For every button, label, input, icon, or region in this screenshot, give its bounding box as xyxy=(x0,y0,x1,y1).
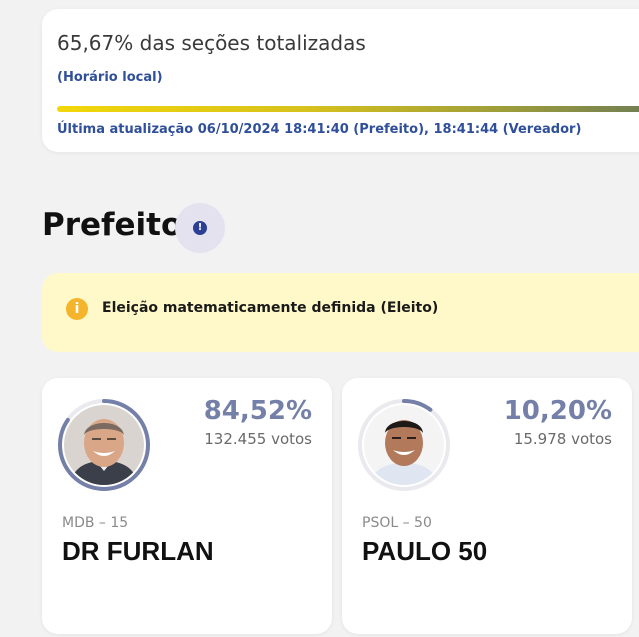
candidate-party: MDB – 15 xyxy=(62,515,129,531)
candidate-votes: 132.455 votos xyxy=(204,430,312,448)
totalization-card: 65,67% das seções totalizadas (Horário l… xyxy=(42,9,639,152)
candidate-photo xyxy=(64,405,144,485)
last-update-text: Última atualização 06/10/2024 18:41:40 (… xyxy=(57,122,582,137)
page-title: Prefeito xyxy=(42,207,183,243)
candidate-percent: 10,20% xyxy=(503,396,612,426)
candidate-percent: 84,52% xyxy=(203,396,312,426)
info-icon: ! xyxy=(193,221,207,235)
info-button[interactable]: ! xyxy=(175,203,225,253)
candidate-photo xyxy=(364,405,444,485)
candidate-card[interactable]: 10,20% 15.978 votos PSOL – 50 PAULO 50 xyxy=(342,378,632,634)
totalization-title: 65,67% das seções totalizadas xyxy=(57,31,366,55)
alert-text: Eleição matematicamente definida (Eleito… xyxy=(102,300,439,316)
candidate-party: PSOL – 50 xyxy=(362,515,432,531)
candidate-name: DR FURLAN xyxy=(62,536,214,566)
totalization-progress-bar xyxy=(57,106,639,112)
candidate-name: PAULO 50 xyxy=(362,536,488,566)
candidate-votes: 15.978 votos xyxy=(513,430,612,448)
totalization-progress-fill xyxy=(57,106,639,112)
timezone-note: (Horário local) xyxy=(57,70,163,85)
candidate-card[interactable]: 84,52% 132.455 votos MDB – 15 DR FURLAN xyxy=(42,378,332,634)
election-defined-alert: i Eleição matematicamente definida (Elei… xyxy=(42,273,639,352)
info-circle-icon: i xyxy=(66,298,88,320)
